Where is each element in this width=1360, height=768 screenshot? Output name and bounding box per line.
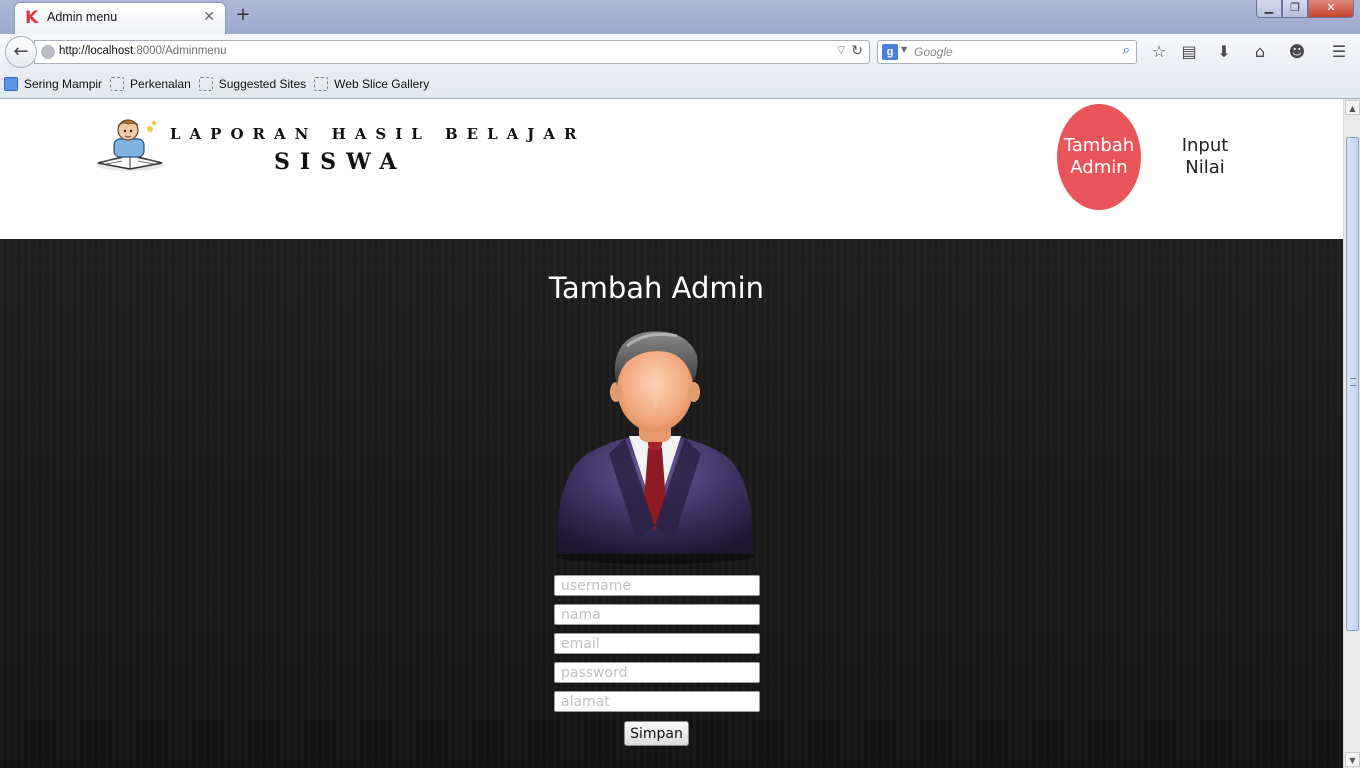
nav-admin-line2: Admin — [1070, 157, 1128, 178]
bookmark-label: Web Slice Gallery — [334, 77, 430, 91]
page-scrollbar[interactable]: ▲ ▼ — [1343, 99, 1360, 768]
page-icon — [314, 77, 329, 91]
student-reading-logo-icon — [96, 119, 164, 171]
url-bar[interactable]: http://localhost:8000/Adminmenu ▽ ↻ — [34, 40, 870, 64]
home-icon[interactable]: ⌂ — [1249, 42, 1271, 62]
most-visited-icon — [4, 77, 18, 91]
back-button[interactable]: ← — [5, 36, 37, 68]
maximize-icon[interactable]: ❐ — [1282, 0, 1308, 18]
browser-titlebar: K Admin menu ✕ + ▁ ❐ ✕ — [0, 0, 1360, 34]
bookmarks-bar: Sering Mampir Perkenalan Suggested Sites… — [0, 70, 1360, 99]
engine-dropdown-icon[interactable]: ▼ — [901, 45, 907, 54]
download-icon[interactable]: ⬇ — [1213, 42, 1235, 62]
scroll-down-icon[interactable]: ▼ — [1345, 752, 1360, 767]
bookmark-suggested-sites[interactable]: Suggested Sites — [198, 77, 307, 91]
tab-close-icon[interactable]: ✕ — [203, 9, 215, 25]
url-path: :8000/Adminmenu — [133, 45, 227, 57]
bookmark-web-slice-gallery[interactable]: Web Slice Gallery — [314, 77, 429, 91]
nav-nilai-line1: Input — [1181, 135, 1229, 156]
browser-navbar: http://localhost:8000/Adminmenu ▽ ↻ ← g … — [0, 34, 1360, 70]
site-favicon-icon: K — [25, 8, 39, 28]
admin-avatar-icon — [555, 331, 755, 564]
bookmark-label: Sering Mampir — [24, 77, 103, 91]
web-page: LAPORAN HASIL BELAJAR SISWA Tambah Admin… — [0, 99, 1343, 768]
page-icon — [110, 77, 125, 91]
search-icon[interactable]: ⌕ — [1123, 43, 1130, 58]
new-tab-icon[interactable]: + — [234, 6, 252, 24]
search-placeholder: Google — [914, 45, 953, 59]
url-text[interactable]: http://localhost:8000/Adminmenu — [59, 45, 227, 57]
star-icon[interactable]: ☆ — [1148, 42, 1170, 62]
bookmark-label: Perkenalan — [130, 77, 191, 91]
simpan-button[interactable]: Simpan — [624, 721, 689, 746]
nav-input-nilai[interactable]: Input Nilai — [1165, 135, 1245, 179]
form-title: Tambah Admin — [548, 271, 765, 305]
page-icon — [198, 77, 213, 91]
window-controls: ▁ ❐ ✕ — [1256, 0, 1354, 18]
nav-admin-line1: Tambah — [1063, 135, 1135, 156]
reload-icon[interactable]: ↻ — [851, 43, 863, 59]
browser-tab[interactable]: K Admin menu ✕ — [14, 2, 226, 34]
bookmark-perkenalan[interactable]: Perkenalan — [110, 77, 191, 91]
bookmark-label: Suggested Sites — [218, 77, 307, 91]
scroll-thumb[interactable] — [1346, 137, 1359, 631]
nav-nilai-line2: Nilai — [1185, 157, 1225, 178]
brand-subtitle: SISWA — [274, 149, 407, 175]
scroll-up-icon[interactable]: ▲ — [1345, 100, 1360, 115]
scroll-grip — [1350, 378, 1356, 386]
site-header: LAPORAN HASIL BELAJAR SISWA Tambah Admin… — [0, 99, 1343, 239]
admin-form-section: Tambah Admin username nama email alamat … — [0, 239, 1343, 768]
search-bar[interactable]: g ▼ Google ⌕ — [877, 40, 1137, 64]
username-field[interactable] — [554, 575, 760, 596]
minimize-icon[interactable]: ▁ — [1256, 0, 1282, 18]
alamat-field[interactable] — [554, 691, 760, 712]
nav-tambah-admin[interactable]: Tambah Admin — [1057, 104, 1141, 210]
brand-title: LAPORAN HASIL BELAJAR — [170, 125, 586, 143]
email-field[interactable] — [554, 633, 760, 654]
reading-list-icon[interactable]: ▤ — [1178, 42, 1200, 62]
globe-icon — [41, 45, 55, 59]
password-field[interactable] — [554, 662, 760, 683]
window-close-icon[interactable]: ✕ — [1308, 0, 1354, 18]
bookmark-sering-mampir[interactable]: Sering Mampir — [4, 77, 102, 91]
google-engine-icon[interactable]: g — [882, 44, 898, 60]
url-host: http://localhost — [59, 45, 134, 57]
tab-title: Admin menu — [47, 10, 118, 24]
menu-icon[interactable]: ☰ — [1328, 42, 1350, 62]
chat-icon[interactable]: ☻ — [1286, 42, 1308, 62]
arrow-left-icon: ← — [13, 41, 29, 62]
nama-field[interactable] — [554, 604, 760, 625]
url-dropdown-icon[interactable]: ▽ — [837, 45, 845, 56]
